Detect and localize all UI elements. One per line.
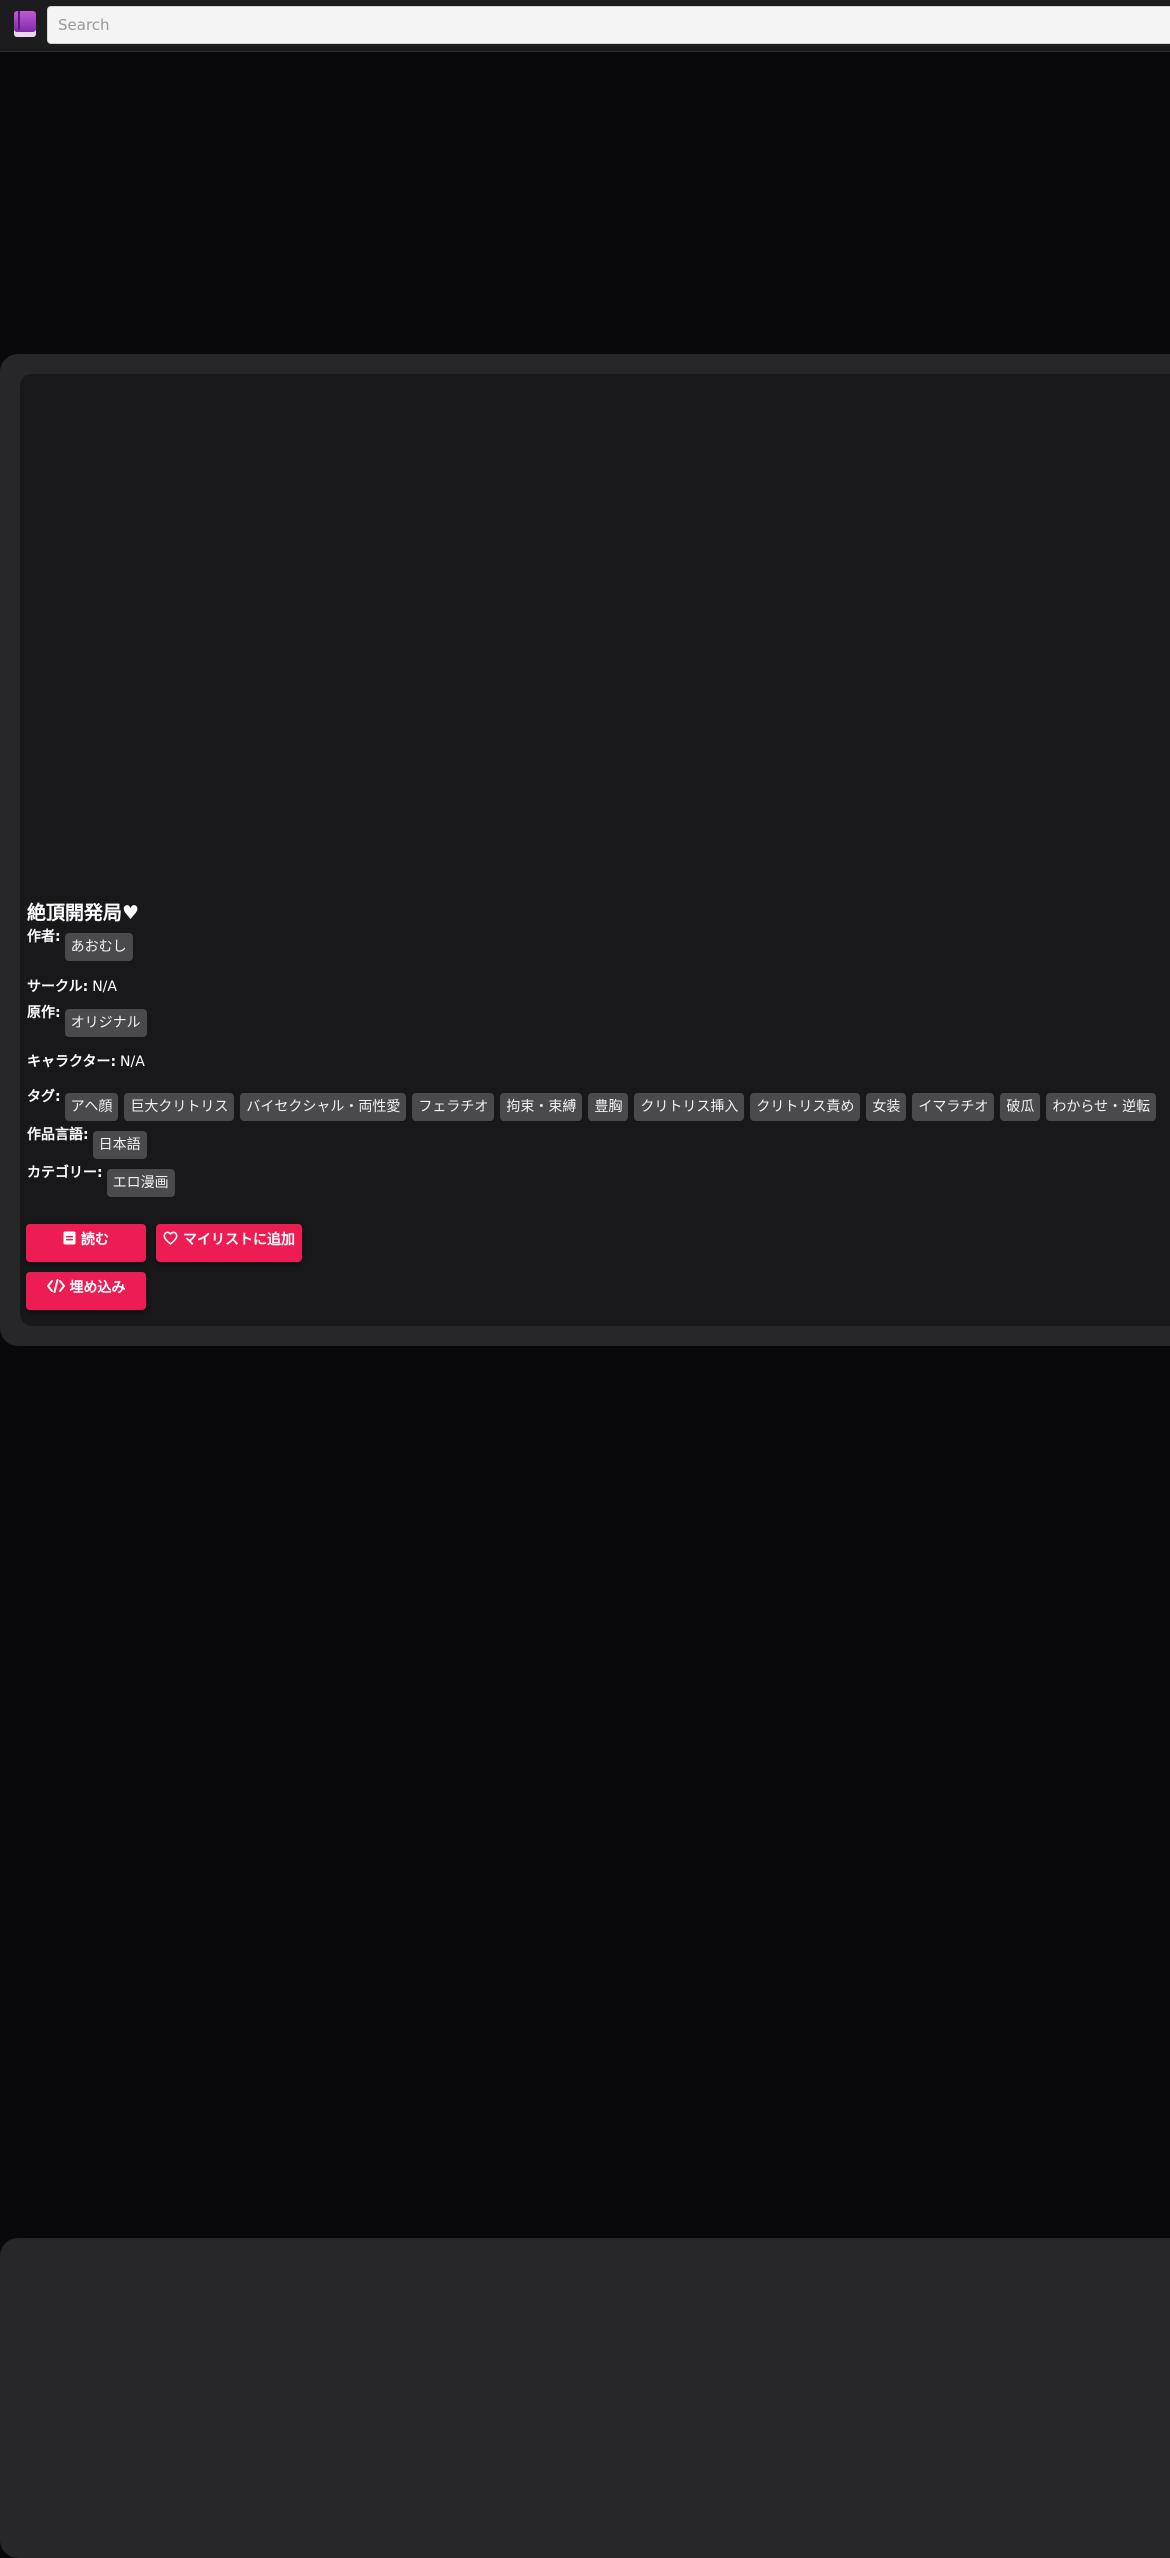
tag-item[interactable]: クリトリス挿入 <box>634 1093 745 1121</box>
character-value: N/A <box>120 1054 145 1070</box>
tag-item[interactable]: クリトリス責め <box>750 1093 861 1121</box>
heart-icon <box>163 1231 178 1245</box>
tag-item[interactable]: わからせ・逆転 <box>1046 1093 1157 1121</box>
top-bar <box>0 0 1170 52</box>
embed-button[interactable]: 埋め込み <box>26 1272 146 1310</box>
language-row: 作品言語: 日本語 <box>27 1126 153 1159</box>
embed-button-label: 埋め込み <box>69 1280 126 1296</box>
character-row: キャラクター: N/A <box>27 1053 145 1071</box>
work-detail-card: 絶頂開発局♥ 作者: あおむし サークル: N/A 原作: オリジナル キャラク… <box>20 374 1170 1326</box>
book-icon <box>63 1231 76 1245</box>
search-input[interactable] <box>47 6 1170 44</box>
category-label: カテゴリー: <box>27 1165 103 1181</box>
tag-item[interactable]: バイセクシャル・両性愛 <box>240 1093 407 1121</box>
tag-item[interactable]: 拘束・束縛 <box>500 1093 583 1121</box>
tags-row: タグ: アヘ顔 巨大クリトリス バイセクシャル・両性愛 フェラチオ 拘束・束縛 … <box>27 1088 1162 1121</box>
read-button[interactable]: 読む <box>26 1224 146 1262</box>
circle-row: サークル: N/A <box>27 978 117 996</box>
work-detail-panel: 絶頂開発局♥ 作者: あおむし サークル: N/A 原作: オリジナル キャラク… <box>0 354 1170 1346</box>
add-to-mylist-label: マイリストに追加 <box>183 1232 295 1248</box>
tag-item[interactable]: 巨大クリトリス <box>124 1093 235 1121</box>
parody-tag[interactable]: オリジナル <box>64 1009 147 1037</box>
category-tag[interactable]: エロ漫画 <box>106 1169 175 1197</box>
work-title: 絶頂開発局♥ <box>27 902 140 924</box>
category-row: カテゴリー: エロ漫画 <box>27 1164 181 1197</box>
tag-item[interactable]: イマラチオ <box>912 1093 995 1121</box>
book-logo-icon[interactable] <box>14 11 36 37</box>
language-label: 作品言語: <box>27 1127 89 1143</box>
read-button-label: 読む <box>81 1232 109 1248</box>
related-panel <box>0 2238 1170 2558</box>
tag-item[interactable]: アヘ顔 <box>64 1093 119 1121</box>
code-icon <box>46 1279 65 1293</box>
tag-item[interactable]: 女装 <box>866 1093 907 1121</box>
tags-label: タグ: <box>27 1089 61 1105</box>
language-tag[interactable]: 日本語 <box>92 1131 147 1159</box>
parody-label: 原作: <box>27 1005 61 1021</box>
circle-value: N/A <box>92 979 117 995</box>
author-row: 作者: あおむし <box>27 928 139 961</box>
character-label: キャラクター: <box>27 1054 117 1070</box>
parody-row: 原作: オリジナル <box>27 1004 153 1037</box>
tag-item[interactable]: 豊胸 <box>588 1093 629 1121</box>
tag-item[interactable]: 破瓜 <box>1000 1093 1041 1121</box>
circle-label: サークル: <box>27 979 89 995</box>
author-label: 作者: <box>27 929 61 945</box>
author-tag[interactable]: あおむし <box>64 933 133 961</box>
add-to-mylist-button[interactable]: マイリストに追加 <box>156 1224 302 1262</box>
tag-item[interactable]: フェラチオ <box>412 1093 495 1121</box>
